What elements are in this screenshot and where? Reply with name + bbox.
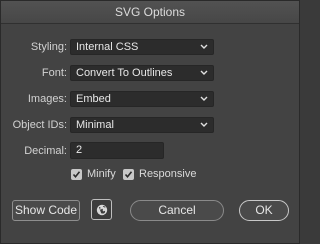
object-ids-select[interactable]: Minimal xyxy=(70,117,214,133)
cancel-button[interactable]: Cancel xyxy=(130,200,224,221)
images-label: Images: xyxy=(27,93,67,105)
font-select[interactable]: Convert To Outlines xyxy=(70,65,214,81)
show-code-button[interactable]: Show Code xyxy=(12,200,80,221)
chevron-down-icon xyxy=(199,92,209,106)
styling-label: Styling: xyxy=(30,41,67,53)
minify-checkbox[interactable] xyxy=(71,168,82,180)
images-select[interactable]: Embed xyxy=(70,91,214,107)
globe-icon xyxy=(96,203,108,216)
responsive-checkbox-row[interactable]: Responsive xyxy=(123,166,196,182)
svg-options-dialog: SVG Options Styling: Internal CSS Font: … xyxy=(0,0,300,244)
responsive-checkbox[interactable] xyxy=(123,168,134,180)
minify-checkbox-row[interactable]: Minify xyxy=(71,166,116,182)
styling-value: Internal CSS xyxy=(76,41,139,53)
images-value: Embed xyxy=(76,93,111,105)
chevron-down-icon xyxy=(199,66,209,80)
styling-select[interactable]: Internal CSS xyxy=(70,39,214,55)
object-ids-label: Object IDs: xyxy=(12,119,67,131)
font-label: Font: xyxy=(41,67,67,79)
browser-preview-button[interactable] xyxy=(91,199,112,220)
dialog-title: SVG Options xyxy=(1,1,299,24)
responsive-label: Responsive xyxy=(139,168,197,180)
chevron-down-icon xyxy=(199,118,209,132)
ok-button[interactable]: OK xyxy=(239,200,289,221)
object-ids-value: Minimal xyxy=(76,119,114,131)
chevron-down-icon xyxy=(199,40,209,54)
decimal-label: Decimal: xyxy=(24,145,67,157)
minify-label: Minify xyxy=(87,168,116,180)
font-value: Convert To Outlines xyxy=(76,67,173,79)
decimal-input[interactable]: 2 xyxy=(70,142,164,159)
